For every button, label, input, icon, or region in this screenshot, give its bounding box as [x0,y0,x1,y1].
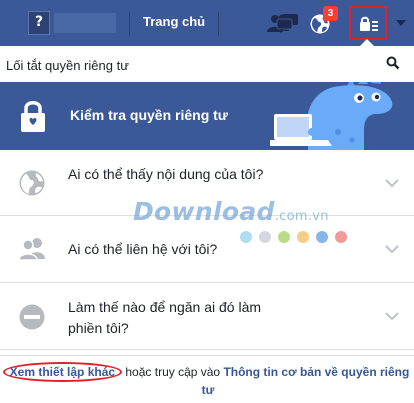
watermark-dot [316,231,328,243]
search-icon[interactable] [386,56,400,70]
caret-down-icon[interactable] [395,19,407,27]
privacy-basics-link[interactable]: Thông tin cơ bản về quyền riêng tư [202,365,410,397]
privacy-dinosaur-illustration [270,82,393,150]
privacy-checkup-banner[interactable]: Kiểm tra quyền riêng tư [0,82,414,150]
watermark-dot [335,231,347,243]
chevron-down-icon[interactable] [385,245,399,254]
profile-name-blurred[interactable] [54,13,116,33]
watermark-dot [278,231,290,243]
lock-icon [21,101,45,132]
chevron-down-icon[interactable] [385,179,399,188]
top-nav-bar: ? Trang chủ 3 [0,0,414,46]
block-icon [19,304,45,330]
watermark-text: Download [133,197,275,226]
privacy-item-label: Làm thế nào để ngăn ai đó làm phiền tôi? [68,299,262,336]
panel-footer: Xem thiết lập khác hoặc truy cập vào Thô… [0,355,414,403]
footer-text: Xem thiết lập khác hoặc truy cập vào Thô… [2,362,410,398]
watermark-dot [259,231,271,243]
people-icon [18,238,45,261]
profile-initial: ? [35,14,44,30]
privacy-item-who-can-contact[interactable]: Ai có thể liên hệ với tôi? [0,216,414,283]
panel-title: Lối tắt quyền riêng tư [6,58,129,73]
see-more-settings-link[interactable]: Xem thiết lập khác [2,362,123,382]
watermark-dot [297,231,309,243]
watermark-suffix: .com.vn [274,209,329,224]
footer-middle-text: hoặc truy cập vào [122,365,224,379]
nav-divider [218,12,219,36]
globe-icon [19,170,45,196]
profile-picture[interactable]: ? [28,11,50,35]
privacy-shortcuts-button[interactable] [349,6,387,40]
notification-badge: 3 [323,6,338,21]
privacy-shortcuts-icon [360,16,378,31]
download-watermark: Download.com.vn [133,197,329,226]
home-link[interactable]: Trang chủ [143,14,205,29]
watermark-dots [240,231,347,243]
privacy-item-stop-bothering[interactable]: Làm thế nào để ngăn ai đó làm phiền tôi? [0,283,414,350]
nav-divider [129,12,130,36]
messages-icon[interactable] [276,12,300,34]
privacy-item-label: Ai có thể thấy nội dung của tôi? [68,166,264,182]
chevron-down-icon[interactable] [385,312,399,321]
privacy-checkup-label: Kiểm tra quyền riêng tư [70,107,228,123]
watermark-dot [240,231,252,243]
